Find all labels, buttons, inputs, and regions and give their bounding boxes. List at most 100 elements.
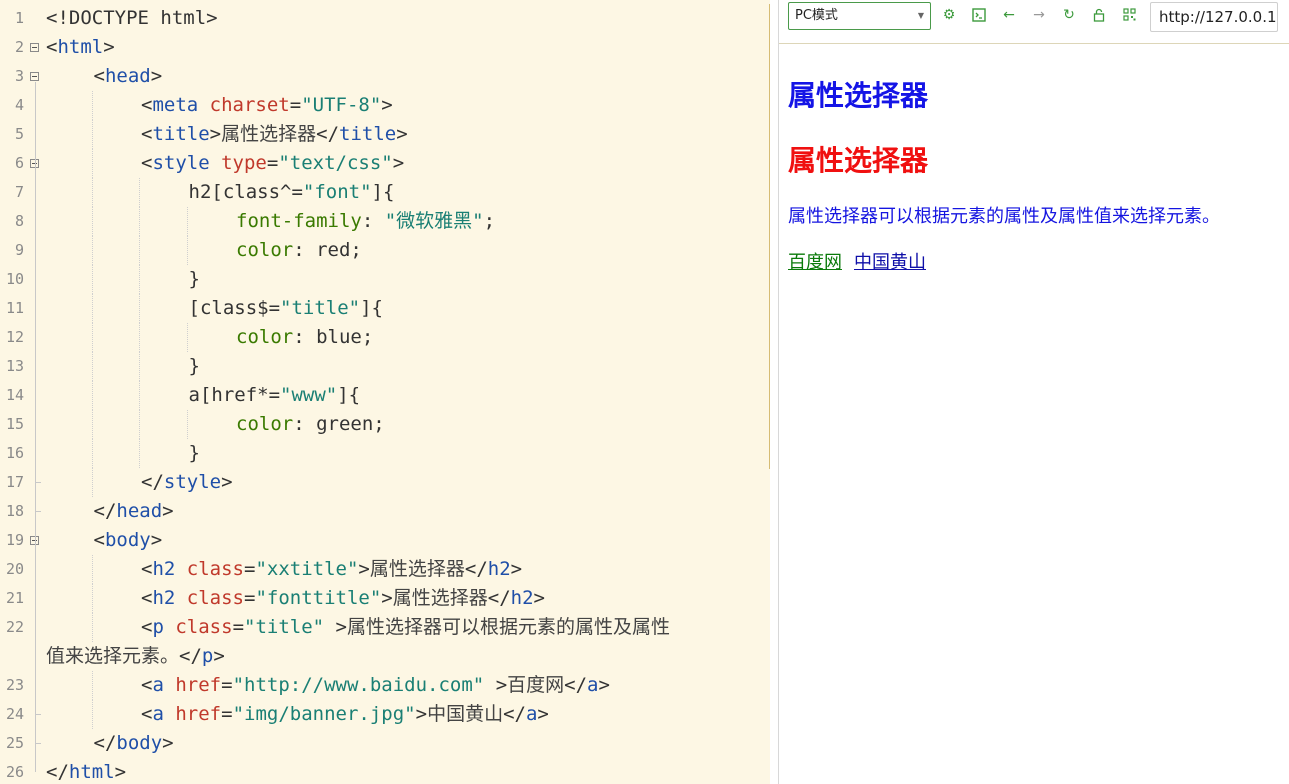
code-line[interactable]: 18 </head> bbox=[0, 497, 770, 526]
paragraph-title: 属性选择器可以根据元素的属性及属性值来选择元素。 bbox=[788, 206, 1220, 227]
fold-toggle-icon[interactable] bbox=[30, 72, 39, 81]
code-line[interactable]: 20 <h2 class="xxtitle">属性选择器</h2> bbox=[0, 555, 770, 584]
indent-guide bbox=[91, 91, 93, 120]
code-line[interactable]: 7 h2[class^="font"]{ bbox=[0, 178, 770, 207]
code-token: > bbox=[533, 587, 545, 609]
code-token: class bbox=[175, 616, 233, 638]
indent-guide bbox=[139, 323, 140, 352]
line-number: 26 bbox=[5, 763, 24, 781]
indent-guide bbox=[91, 323, 93, 352]
indent-guide bbox=[139, 439, 140, 468]
indent-guide bbox=[91, 439, 93, 468]
code-token: > bbox=[381, 94, 393, 116]
code-line[interactable]: 22 <p class="title" >属性选择器可以根据元素的属性及属性 bbox=[0, 613, 770, 642]
code-line[interactable]: 9 color: red; bbox=[0, 236, 770, 265]
browser-preview: PC模式 ▼ ⚙ ← → ↻ http://127.0.0.1 属性选择器 属性… bbox=[779, 0, 1289, 784]
fold-toggle-icon[interactable] bbox=[30, 43, 39, 52]
code-token: "www" bbox=[280, 384, 338, 406]
heading-blue: 属性选择器 bbox=[788, 79, 929, 112]
line-number: 10 bbox=[5, 270, 24, 288]
refresh-icon[interactable]: ↻ bbox=[1059, 5, 1079, 25]
code-line[interactable]: 24 <a href="img/banner.jpg">中国黄山</a> bbox=[0, 700, 770, 729]
code-line[interactable]: 12 color: blue; bbox=[0, 323, 770, 352]
code-token: body bbox=[104, 529, 151, 551]
indent-guide bbox=[91, 265, 93, 294]
console-icon[interactable] bbox=[969, 5, 989, 25]
code-token: style bbox=[152, 152, 210, 174]
code-token: </ bbox=[93, 732, 117, 754]
editor-scrollbar[interactable] bbox=[769, 4, 770, 469]
code-token: 中国黄山 bbox=[427, 703, 504, 725]
indent-guide bbox=[91, 700, 93, 729]
code-token: < bbox=[141, 94, 153, 116]
link-baidu[interactable]: 百度网 bbox=[788, 248, 842, 274]
indent-guide bbox=[91, 120, 93, 149]
code-line[interactable]: 6 <style type="text/css"> bbox=[0, 149, 770, 178]
code-text: <body> bbox=[94, 526, 163, 555]
code-line[interactable]: 16} bbox=[0, 439, 770, 468]
settings-icon[interactable]: ⚙ bbox=[939, 5, 959, 25]
code-line[interactable]: 15 color: green; bbox=[0, 410, 770, 439]
code-token: a bbox=[587, 674, 599, 696]
qr-code-icon[interactable] bbox=[1119, 5, 1139, 25]
mode-select[interactable]: PC模式 ▼ bbox=[788, 2, 931, 30]
lock-icon[interactable] bbox=[1089, 5, 1109, 25]
code-token: } bbox=[188, 355, 200, 377]
code-text: font-family: "微软雅黑"; bbox=[236, 207, 495, 236]
code-token: > bbox=[103, 36, 115, 58]
address-bar[interactable]: http://127.0.0.1 bbox=[1150, 2, 1278, 32]
code-line[interactable]: 26 </html> bbox=[0, 758, 770, 784]
code-line[interactable]: 11 [class$="title"]{ bbox=[0, 294, 770, 323]
mode-select-label: PC模式 bbox=[795, 8, 838, 23]
code-token: head bbox=[104, 65, 151, 87]
line-number: 9 bbox=[14, 241, 24, 259]
line-number: 16 bbox=[5, 444, 24, 462]
indent-guide bbox=[91, 410, 93, 439]
code-token: < bbox=[93, 65, 105, 87]
code-line[interactable]: 19 <body> bbox=[0, 526, 770, 555]
code-line[interactable]: 5 <title>属性选择器</title> bbox=[0, 120, 770, 149]
code-text: </html> bbox=[46, 758, 126, 784]
code-line[interactable]: 8 font-family: "微软雅黑"; bbox=[0, 207, 770, 236]
heading-red: 属性选择器 bbox=[788, 144, 929, 177]
code-token: "title" bbox=[280, 297, 361, 319]
code-token: [class$= bbox=[188, 297, 281, 319]
code-token: > bbox=[381, 587, 393, 609]
code-line[interactable]: 3 <head> bbox=[0, 62, 770, 91]
code-text: </style> bbox=[141, 468, 233, 497]
code-token: color bbox=[236, 413, 294, 435]
line-number: 22 bbox=[5, 618, 24, 636]
line-number: 20 bbox=[5, 560, 24, 578]
forward-arrow-icon[interactable]: → bbox=[1029, 5, 1049, 25]
code-text: 值来选择元素。</p> bbox=[46, 642, 225, 671]
code-token: "img/banner.jpg" bbox=[232, 703, 416, 725]
code-token: > bbox=[358, 558, 370, 580]
code-token: </ bbox=[316, 123, 340, 145]
code-line[interactable]: 13} bbox=[0, 352, 770, 381]
code-token: </ bbox=[487, 587, 511, 609]
code-line[interactable]: 1 <!DOCTYPE html> bbox=[0, 4, 770, 33]
code-editor[interactable]: 1 <!DOCTYPE html> 2 <html> 3 <head> 4 <meta cha… bbox=[0, 0, 770, 784]
code-line[interactable]: 17 </style> bbox=[0, 468, 770, 497]
code-line[interactable]: 4 <meta charset="UTF-8"> bbox=[0, 91, 770, 120]
code-line[interactable]: 值来选择元素。</p> bbox=[0, 642, 770, 671]
code-line[interactable]: 10} bbox=[0, 265, 770, 294]
code-line[interactable]: 21 <h2 class="fonttitle">属性选择器</h2> bbox=[0, 584, 770, 613]
indent-guide bbox=[139, 207, 140, 236]
indent-guide bbox=[91, 207, 93, 236]
code-token: > bbox=[415, 703, 428, 725]
code-line[interactable]: 2 <html> bbox=[0, 33, 770, 62]
indent-guide bbox=[91, 352, 93, 381]
code-line[interactable]: 25 </body> bbox=[0, 729, 770, 758]
code-line[interactable]: 23 <a href="http://www.baidu.com" >百度网</a… bbox=[0, 671, 770, 700]
link-huangshan[interactable]: 中国黄山 bbox=[854, 248, 926, 274]
chevron-down-icon: ▼ bbox=[917, 11, 924, 20]
code-token: a bbox=[525, 703, 538, 725]
fold-guide-end bbox=[35, 482, 41, 483]
code-token: href bbox=[175, 703, 222, 725]
indent-guide bbox=[186, 236, 188, 265]
back-arrow-icon[interactable]: ← bbox=[999, 5, 1019, 25]
code-token: < bbox=[93, 529, 105, 551]
code-line[interactable]: 14 a[href*="www"]{ bbox=[0, 381, 770, 410]
code-token: charset bbox=[209, 94, 290, 116]
